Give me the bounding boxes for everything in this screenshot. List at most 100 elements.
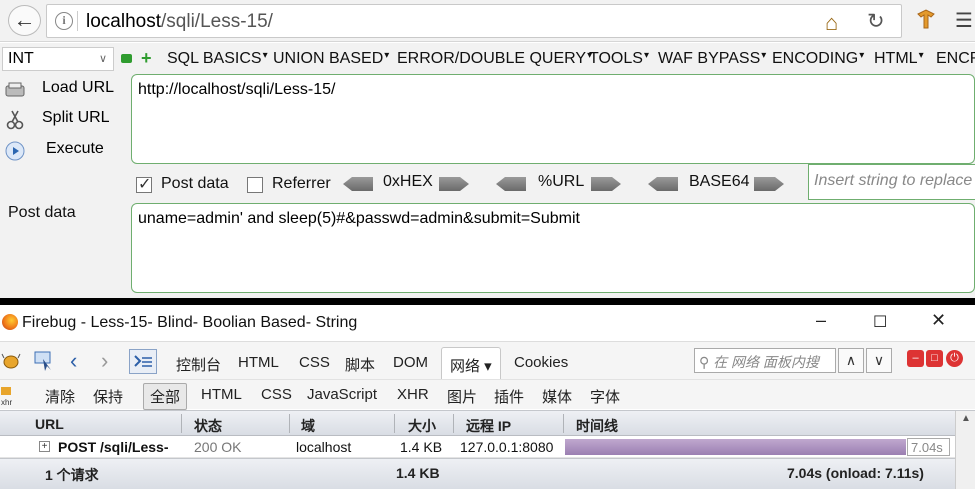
reload-icon[interactable]: ↻ xyxy=(867,9,885,34)
minimize-panel-icon[interactable]: – xyxy=(907,350,924,367)
tab-dom[interactable]: DOM xyxy=(393,354,428,371)
firefox-icon xyxy=(2,314,18,330)
checkmark-icon: ✓ xyxy=(138,176,152,193)
filter-all[interactable]: 全部 xyxy=(143,383,188,410)
chevron-right-icon[interactable]: › xyxy=(101,348,108,374)
filter-media[interactable]: 媒体 xyxy=(542,386,572,407)
url-encoder: %URL xyxy=(496,173,622,192)
filter-images[interactable]: 图片 xyxy=(447,386,477,407)
menu-label: ENCR xyxy=(936,50,975,67)
maximize-icon[interactable]: ☐ xyxy=(873,312,887,332)
hackbar-icon[interactable] xyxy=(916,8,936,30)
column-separator xyxy=(181,414,182,433)
address-bar[interactable]: i localhost/sqli/Less-15/ ⌂ ↻ xyxy=(46,4,902,38)
checkbox-box[interactable] xyxy=(247,177,263,193)
row-time: 7.04s xyxy=(907,438,950,456)
column-remote-ip[interactable]: 远程 IP xyxy=(466,416,511,436)
menu-encoding[interactable]: ENCODING▾ xyxy=(772,50,864,68)
back-button[interactable]: ← xyxy=(8,5,41,36)
arrow-right-icon[interactable] xyxy=(591,177,621,191)
firebug-bug-icon[interactable] xyxy=(1,352,21,370)
firebug-title: Firebug - Less-15- Blind- Boolian Based-… xyxy=(22,314,358,331)
plus-icon[interactable]: + xyxy=(141,49,152,67)
hackbar-panel: INT ∨ + SQL BASICS▾ UNION BASED▾ ERROR/DO… xyxy=(0,43,975,298)
menu-label: HTML xyxy=(874,50,918,67)
minimize-icon[interactable]: – xyxy=(816,310,826,331)
menu-html[interactable]: HTML▾ xyxy=(874,50,924,68)
base64-label: BASE64 xyxy=(689,173,750,190)
menu-sql-basics[interactable]: SQL BASICS▾ xyxy=(167,50,268,68)
filter-plugins[interactable]: 插件 xyxy=(494,386,524,407)
tab-console[interactable]: 控制台 xyxy=(176,354,221,375)
firebug-search-input[interactable]: ⚲ 在 网络 面板内搜 xyxy=(694,348,836,373)
close-icon[interactable]: ✕ xyxy=(931,310,946,331)
expand-icon[interactable]: + xyxy=(39,441,50,452)
arrow-right-icon[interactable] xyxy=(439,177,469,191)
row-url[interactable]: POST /sqli/Less- xyxy=(58,439,168,455)
int-select[interactable]: INT ∨ xyxy=(2,47,114,71)
insert-string-input[interactable]: Insert string to replace xyxy=(808,164,975,200)
arrow-right-icon[interactable] xyxy=(754,177,784,191)
arrow-left-icon[interactable] xyxy=(648,177,678,191)
post-data-textarea[interactable]: uname=admin' and sleep(5)#&passwd=admin&… xyxy=(131,203,975,293)
column-domain[interactable]: 域 xyxy=(301,416,315,436)
clear-button[interactable]: 清除 xyxy=(45,386,75,407)
menu-tools[interactable]: TOOLS▾ xyxy=(589,50,649,68)
column-size[interactable]: 大小 xyxy=(408,416,436,436)
url-textarea[interactable]: http://localhost/sqli/Less-15/ xyxy=(131,74,975,164)
filter-xhr[interactable]: XHR xyxy=(397,386,429,403)
menu-label: WAF BYPASS xyxy=(658,50,761,67)
hex-encoder: 0xHEX xyxy=(343,173,469,192)
vertical-scrollbar[interactable]: ▲ xyxy=(955,411,975,489)
minus-icon[interactable] xyxy=(121,54,132,63)
column-url[interactable]: URL xyxy=(35,416,64,432)
browser-toolbar: ← i localhost/sqli/Less-15/ ⌂ ↻ ☰ xyxy=(0,0,975,42)
referrer-checkbox-label: Referrer xyxy=(272,175,331,192)
column-separator xyxy=(453,414,454,433)
checkbox-box[interactable]: ✓ xyxy=(136,176,152,193)
tab-cookies[interactable]: Cookies xyxy=(514,354,568,371)
power-icon[interactable]: ⏻ xyxy=(946,350,963,367)
chevron-left-icon[interactable]: ‹ xyxy=(70,348,77,374)
load-icon xyxy=(5,82,25,97)
column-separator xyxy=(289,414,290,433)
home-icon[interactable]: ⌂ xyxy=(825,10,838,36)
firebug-main-toolbar: ‹ › 控制台 HTML CSS 脚本 DOM 网络 ▾ Cookies ⚲ 在… xyxy=(0,341,975,381)
hackbar-menu: INT ∨ + SQL BASICS▾ UNION BASED▾ ERROR/DO… xyxy=(0,46,975,72)
filter-fonts[interactable]: 字体 xyxy=(590,386,620,407)
menu-icon[interactable]: ☰ xyxy=(955,8,973,33)
filter-html[interactable]: HTML xyxy=(201,386,242,403)
menu-encryption[interactable]: ENCR xyxy=(936,50,975,68)
detach-panel-icon[interactable]: □ xyxy=(926,350,943,367)
column-timeline[interactable]: 时间线 xyxy=(576,416,618,436)
persist-button[interactable]: 保持 xyxy=(93,386,123,407)
menu-waf-bypass[interactable]: WAF BYPASS▾ xyxy=(658,50,766,68)
inspect-icon[interactable] xyxy=(33,350,55,372)
url-host: localhost xyxy=(86,11,161,32)
post-data-checkbox-label: Post data xyxy=(161,175,229,192)
scroll-up-icon[interactable]: ▲ xyxy=(961,413,971,424)
arrow-left-icon[interactable] xyxy=(343,177,373,191)
search-prev-button[interactable]: ∧ xyxy=(838,348,864,373)
address-text[interactable]: localhost/sqli/Less-15/ xyxy=(86,11,273,33)
summary-requests: 1 个请求 xyxy=(45,467,99,483)
column-separator xyxy=(394,414,395,433)
tab-html[interactable]: HTML xyxy=(238,354,279,371)
command-line-icon[interactable] xyxy=(129,349,157,374)
panel-divider xyxy=(0,298,975,305)
menu-union-based[interactable]: UNION BASED▾ xyxy=(273,50,389,68)
info-icon[interactable]: i xyxy=(55,12,73,30)
menu-label: SQL BASICS xyxy=(167,50,262,67)
tab-css[interactable]: CSS xyxy=(299,354,330,371)
tab-script[interactable]: 脚本 xyxy=(345,354,375,375)
filter-javascript[interactable]: JavaScript xyxy=(307,386,377,403)
column-status[interactable]: 状态 xyxy=(194,416,222,436)
arrow-left-icon[interactable] xyxy=(496,177,526,191)
tab-network[interactable]: 网络 ▾ xyxy=(441,347,501,381)
filter-css[interactable]: CSS xyxy=(261,386,292,403)
summary-size: 1.4 KB xyxy=(396,465,440,481)
menu-error-double-query[interactable]: ERROR/DOUBLE QUERY▾ xyxy=(397,50,592,68)
search-next-button[interactable]: ∨ xyxy=(866,348,892,373)
table-row[interactable]: + POST /sqli/Less- 200 OK localhost 1.4 … xyxy=(0,436,975,458)
timeline-bar[interactable] xyxy=(565,439,906,455)
